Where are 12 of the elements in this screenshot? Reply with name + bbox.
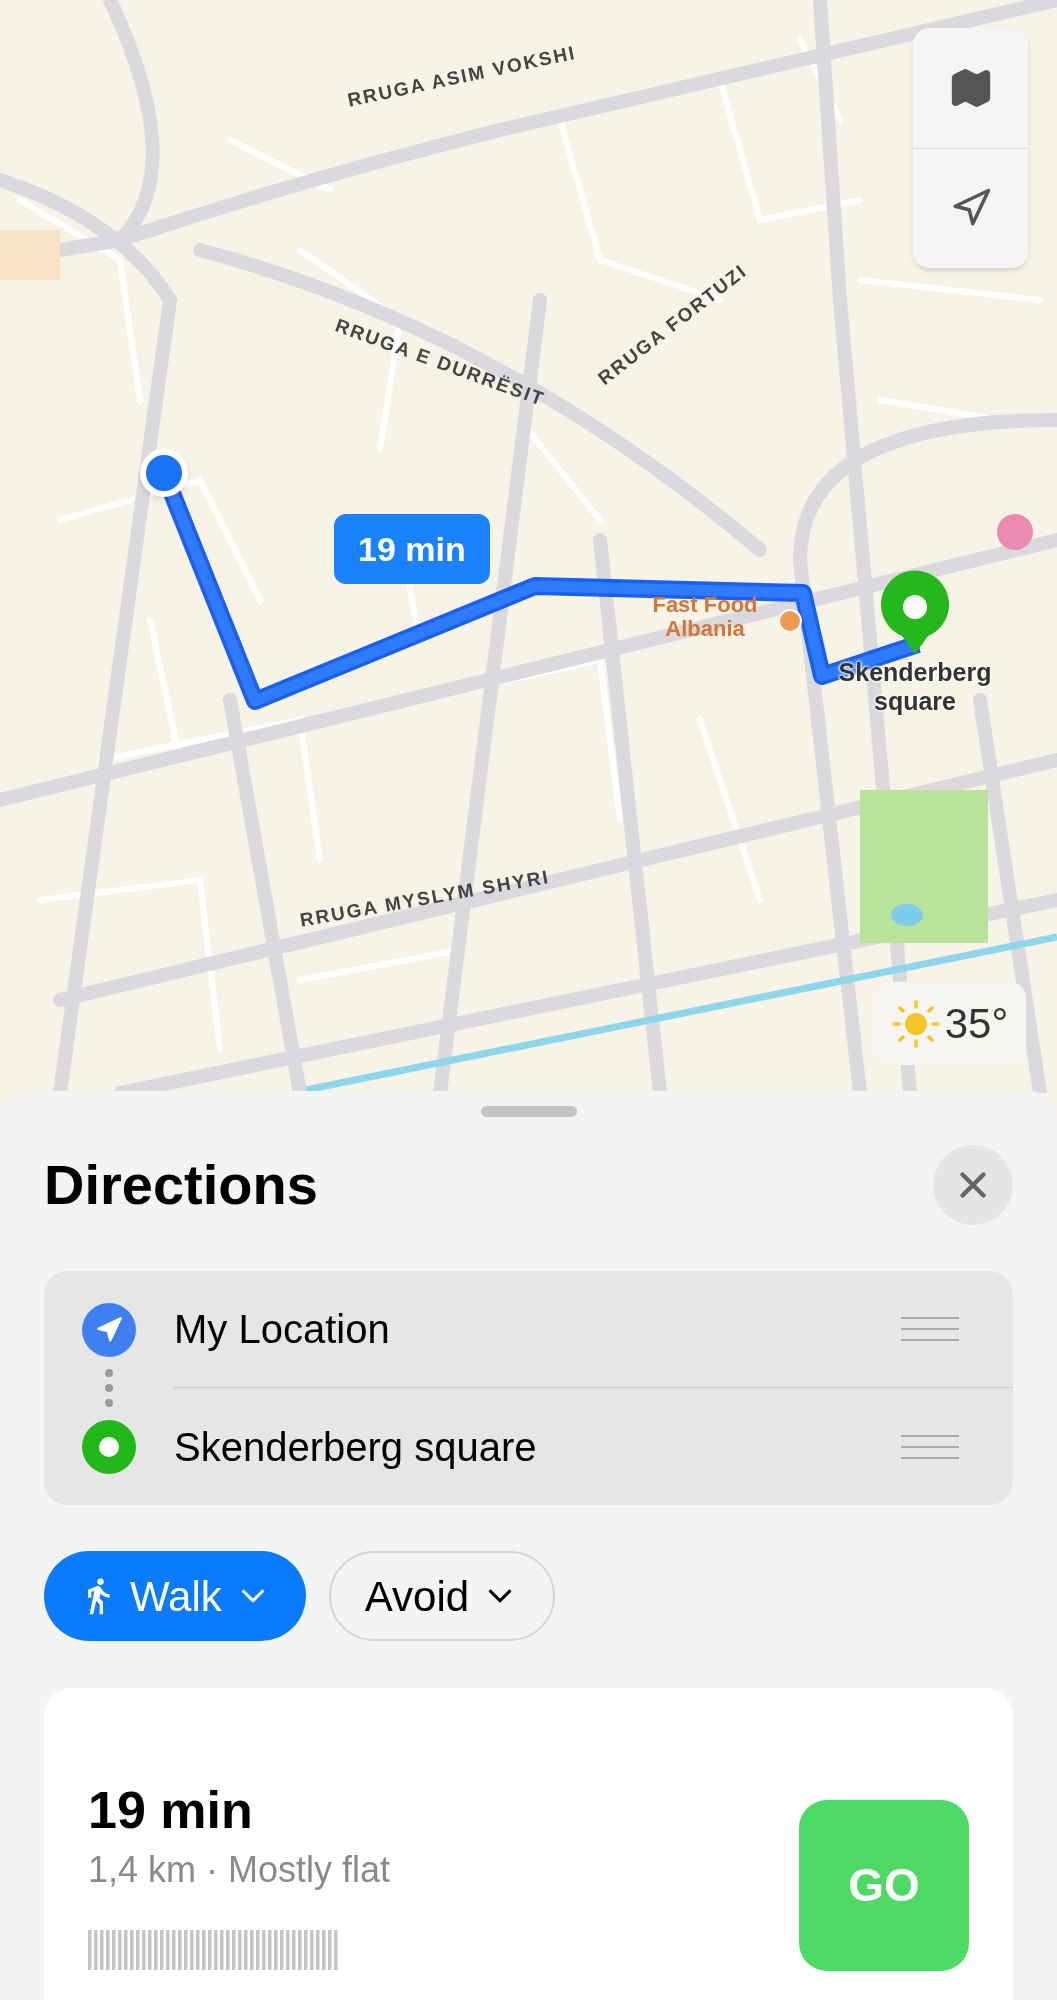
- street-label: RRUGA ASIM VOKSHI: [345, 40, 579, 113]
- route-details: 1,4 km · Mostly flat: [88, 1852, 392, 1888]
- route-time-badge: 19 min: [334, 514, 490, 584]
- place-label: Fast Food Albania: [651, 593, 759, 642]
- street-label: RRUGA MYSLYM SHYRI: [297, 864, 553, 933]
- route-duration: 19 min: [88, 1784, 254, 1836]
- temperature-text: 35°: [944, 999, 1009, 1049]
- avoid-options-button[interactable]: Avoid: [328, 1551, 556, 1641]
- stop-label[interactable]: My Location: [174, 1299, 390, 1359]
- transport-mode-button[interactable]: Walk: [44, 1551, 306, 1641]
- stop-label[interactable]: Skenderberg square: [174, 1416, 537, 1477]
- sheet-title: Directions: [44, 1157, 318, 1213]
